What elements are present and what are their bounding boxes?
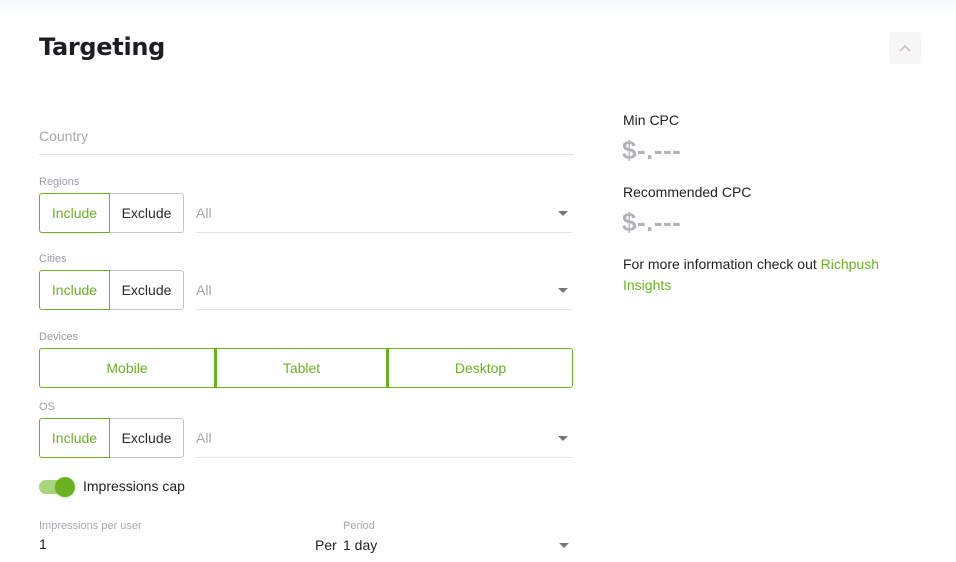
recommended-cpc-value: $-.--- [622,207,682,237]
regions-include-button[interactable]: Include [39,193,110,233]
dropdown-caret-icon [558,211,568,216]
impressions-per-user-label: Impressions per user [39,520,142,532]
devices-selector: Mobile Tablet Desktop [39,348,573,388]
toggle-knob [55,477,75,497]
collapse-button[interactable] [889,32,921,64]
cities-select[interactable]: All [196,270,572,310]
dropdown-caret-icon [558,436,568,441]
os-include-button[interactable]: Include [39,418,110,458]
recommended-cpc-label: Recommended CPC [623,184,752,200]
country-placeholder: Country [39,128,89,144]
device-desktop-button[interactable]: Desktop [387,348,573,388]
period-select[interactable]: 1 day [343,533,573,559]
page-title: Targeting [39,33,166,61]
impressions-per-user-input[interactable]: 1 [39,536,289,558]
cities-include-button[interactable]: Include [39,270,110,310]
devices-label: Devices [39,331,79,343]
regions-exclude-button[interactable]: Exclude [110,193,184,233]
regions-select[interactable]: All [196,193,572,233]
os-exclude-button[interactable]: Exclude [110,418,184,458]
cities-select-value: All [196,282,212,298]
cities-label: Cities [39,253,67,265]
device-tablet-button[interactable]: Tablet [215,348,387,388]
os-select-value: All [196,430,212,446]
device-mobile-button[interactable]: Mobile [39,348,215,388]
regions-select-value: All [196,205,212,221]
os-select[interactable]: All [196,418,572,458]
period-select-value: 1 day [343,537,378,553]
info-text: For more information check out Richpush … [623,254,903,296]
regions-mode-toggle: Include Exclude [39,193,184,233]
cities-exclude-button[interactable]: Exclude [110,270,184,310]
chevron-up-icon [899,44,911,52]
os-label: OS [39,401,55,413]
regions-label: Regions [39,176,80,188]
os-mode-toggle: Include Exclude [39,418,184,458]
period-label: Period [343,520,375,532]
impressions-cap-label: Impressions cap [83,478,185,494]
min-cpc-value: $-.--- [622,135,682,165]
top-strip [0,0,956,14]
dropdown-caret-icon [558,288,568,293]
min-cpc-label: Min CPC [623,112,680,128]
dropdown-caret-icon [559,543,569,548]
impressions-cap-toggle[interactable] [39,477,76,497]
period-prefix: Per [315,537,337,553]
info-text-prefix: For more information check out [623,256,821,272]
country-input[interactable]: Country [39,118,574,155]
cities-mode-toggle: Include Exclude [39,270,184,310]
